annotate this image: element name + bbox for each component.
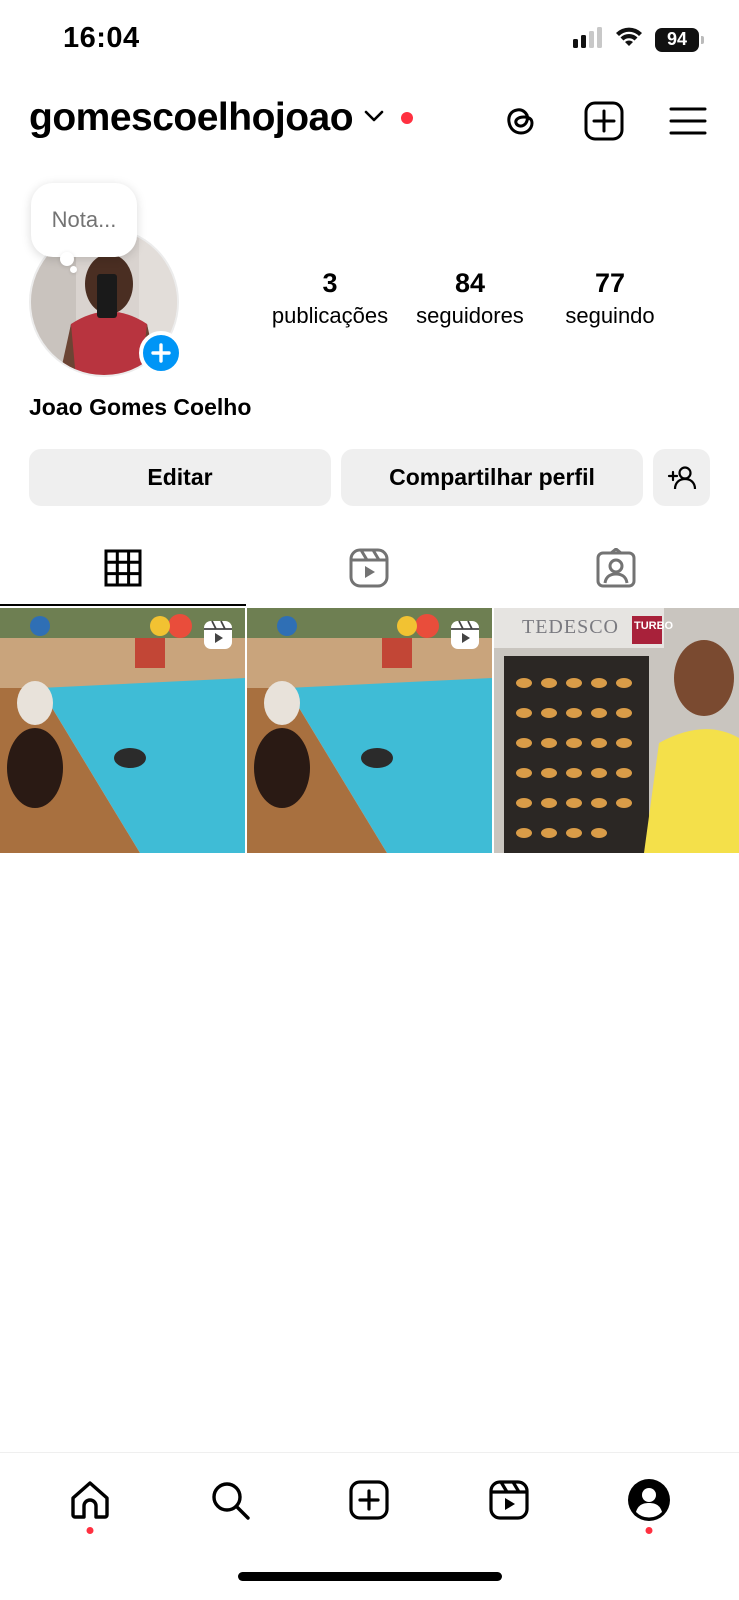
- posts-grid: TEDESCO TURBO: [0, 608, 739, 853]
- share-profile-button[interactable]: Compartilhar perfil: [341, 449, 643, 506]
- menu-icon[interactable]: [667, 100, 709, 142]
- add-person-icon: [667, 465, 696, 489]
- reel-badge-icon: [450, 620, 480, 655]
- battery-icon: 94: [655, 27, 704, 52]
- status-bar: 16:04 94: [0, 0, 739, 80]
- bottom-navigation: [0, 1452, 739, 1547]
- nav-profile-notification-dot: [645, 1527, 653, 1534]
- create-icon: [349, 1480, 390, 1520]
- threads-icon[interactable]: [499, 100, 541, 142]
- stat-posts[interactable]: 3 publicações: [260, 268, 400, 329]
- profile-stats: 3 publicações 84 seguidores 77 seguindo: [260, 268, 680, 329]
- chevron-down-icon[interactable]: [363, 109, 385, 128]
- account-switcher[interactable]: gomescoelhojoao: [29, 96, 414, 140]
- post-thumbnail-2[interactable]: [247, 608, 492, 853]
- stat-followers-label: seguidores: [416, 303, 524, 328]
- home-icon: [71, 1481, 109, 1519]
- new-post-icon[interactable]: [583, 100, 625, 142]
- nav-create[interactable]: [339, 1470, 399, 1530]
- profile-header: gomescoelhojoao: [0, 90, 739, 160]
- post-overlay-brand: TEDESCO: [522, 616, 619, 638]
- stat-posts-count: 3: [322, 268, 338, 298]
- tagged-icon: [596, 548, 636, 588]
- cellular-signal-icon: [573, 26, 603, 53]
- note-bubble[interactable]: Nota...: [31, 183, 137, 257]
- status-time: 16:04: [63, 22, 140, 54]
- profile-actions: Editar Compartilhar perfil: [29, 449, 710, 506]
- post-overlay-badge: TURBO: [634, 620, 674, 632]
- note-bubble-tail: [60, 252, 74, 266]
- edit-profile-button[interactable]: Editar: [29, 449, 331, 506]
- add-story-button[interactable]: [139, 331, 183, 375]
- nav-reels[interactable]: [479, 1470, 539, 1530]
- stat-posts-label: publicações: [271, 303, 389, 328]
- profile-full-name: Joao Gomes Coelho: [29, 394, 252, 420]
- tab-reels[interactable]: [246, 530, 492, 606]
- reels-icon: [489, 1480, 529, 1520]
- nav-profile[interactable]: [619, 1470, 679, 1534]
- search-icon: [211, 1482, 250, 1520]
- username[interactable]: gomescoelhojoao: [29, 96, 354, 140]
- nav-home[interactable]: [60, 1470, 120, 1534]
- stat-following[interactable]: 77 seguindo: [540, 268, 680, 329]
- reels-icon: [349, 548, 389, 588]
- note-bubble-tail-small: [70, 266, 77, 273]
- stat-followers[interactable]: 84 seguidores: [400, 268, 540, 329]
- nav-home-notification-dot: [86, 1527, 94, 1534]
- post-thumbnail-3[interactable]: TEDESCO TURBO: [494, 608, 739, 853]
- stat-following-count: 77: [594, 268, 626, 298]
- tab-tagged[interactable]: [493, 530, 739, 606]
- home-indicator[interactable]: [238, 1572, 502, 1581]
- post-thumbnail-1[interactable]: [0, 608, 245, 853]
- content-tabs: [0, 530, 739, 606]
- stat-followers-count: 84: [454, 268, 486, 298]
- stat-following-label: seguindo: [565, 303, 655, 328]
- notification-dot: [401, 112, 414, 124]
- nav-search[interactable]: [200, 1470, 260, 1530]
- discover-people-button[interactable]: [653, 449, 710, 506]
- reel-badge-icon: [203, 620, 233, 655]
- wifi-icon: [615, 26, 643, 53]
- tab-posts-grid[interactable]: [0, 530, 247, 606]
- grid-icon: [104, 549, 142, 587]
- profile-icon: [628, 1479, 671, 1521]
- status-icons: 94: [573, 26, 704, 53]
